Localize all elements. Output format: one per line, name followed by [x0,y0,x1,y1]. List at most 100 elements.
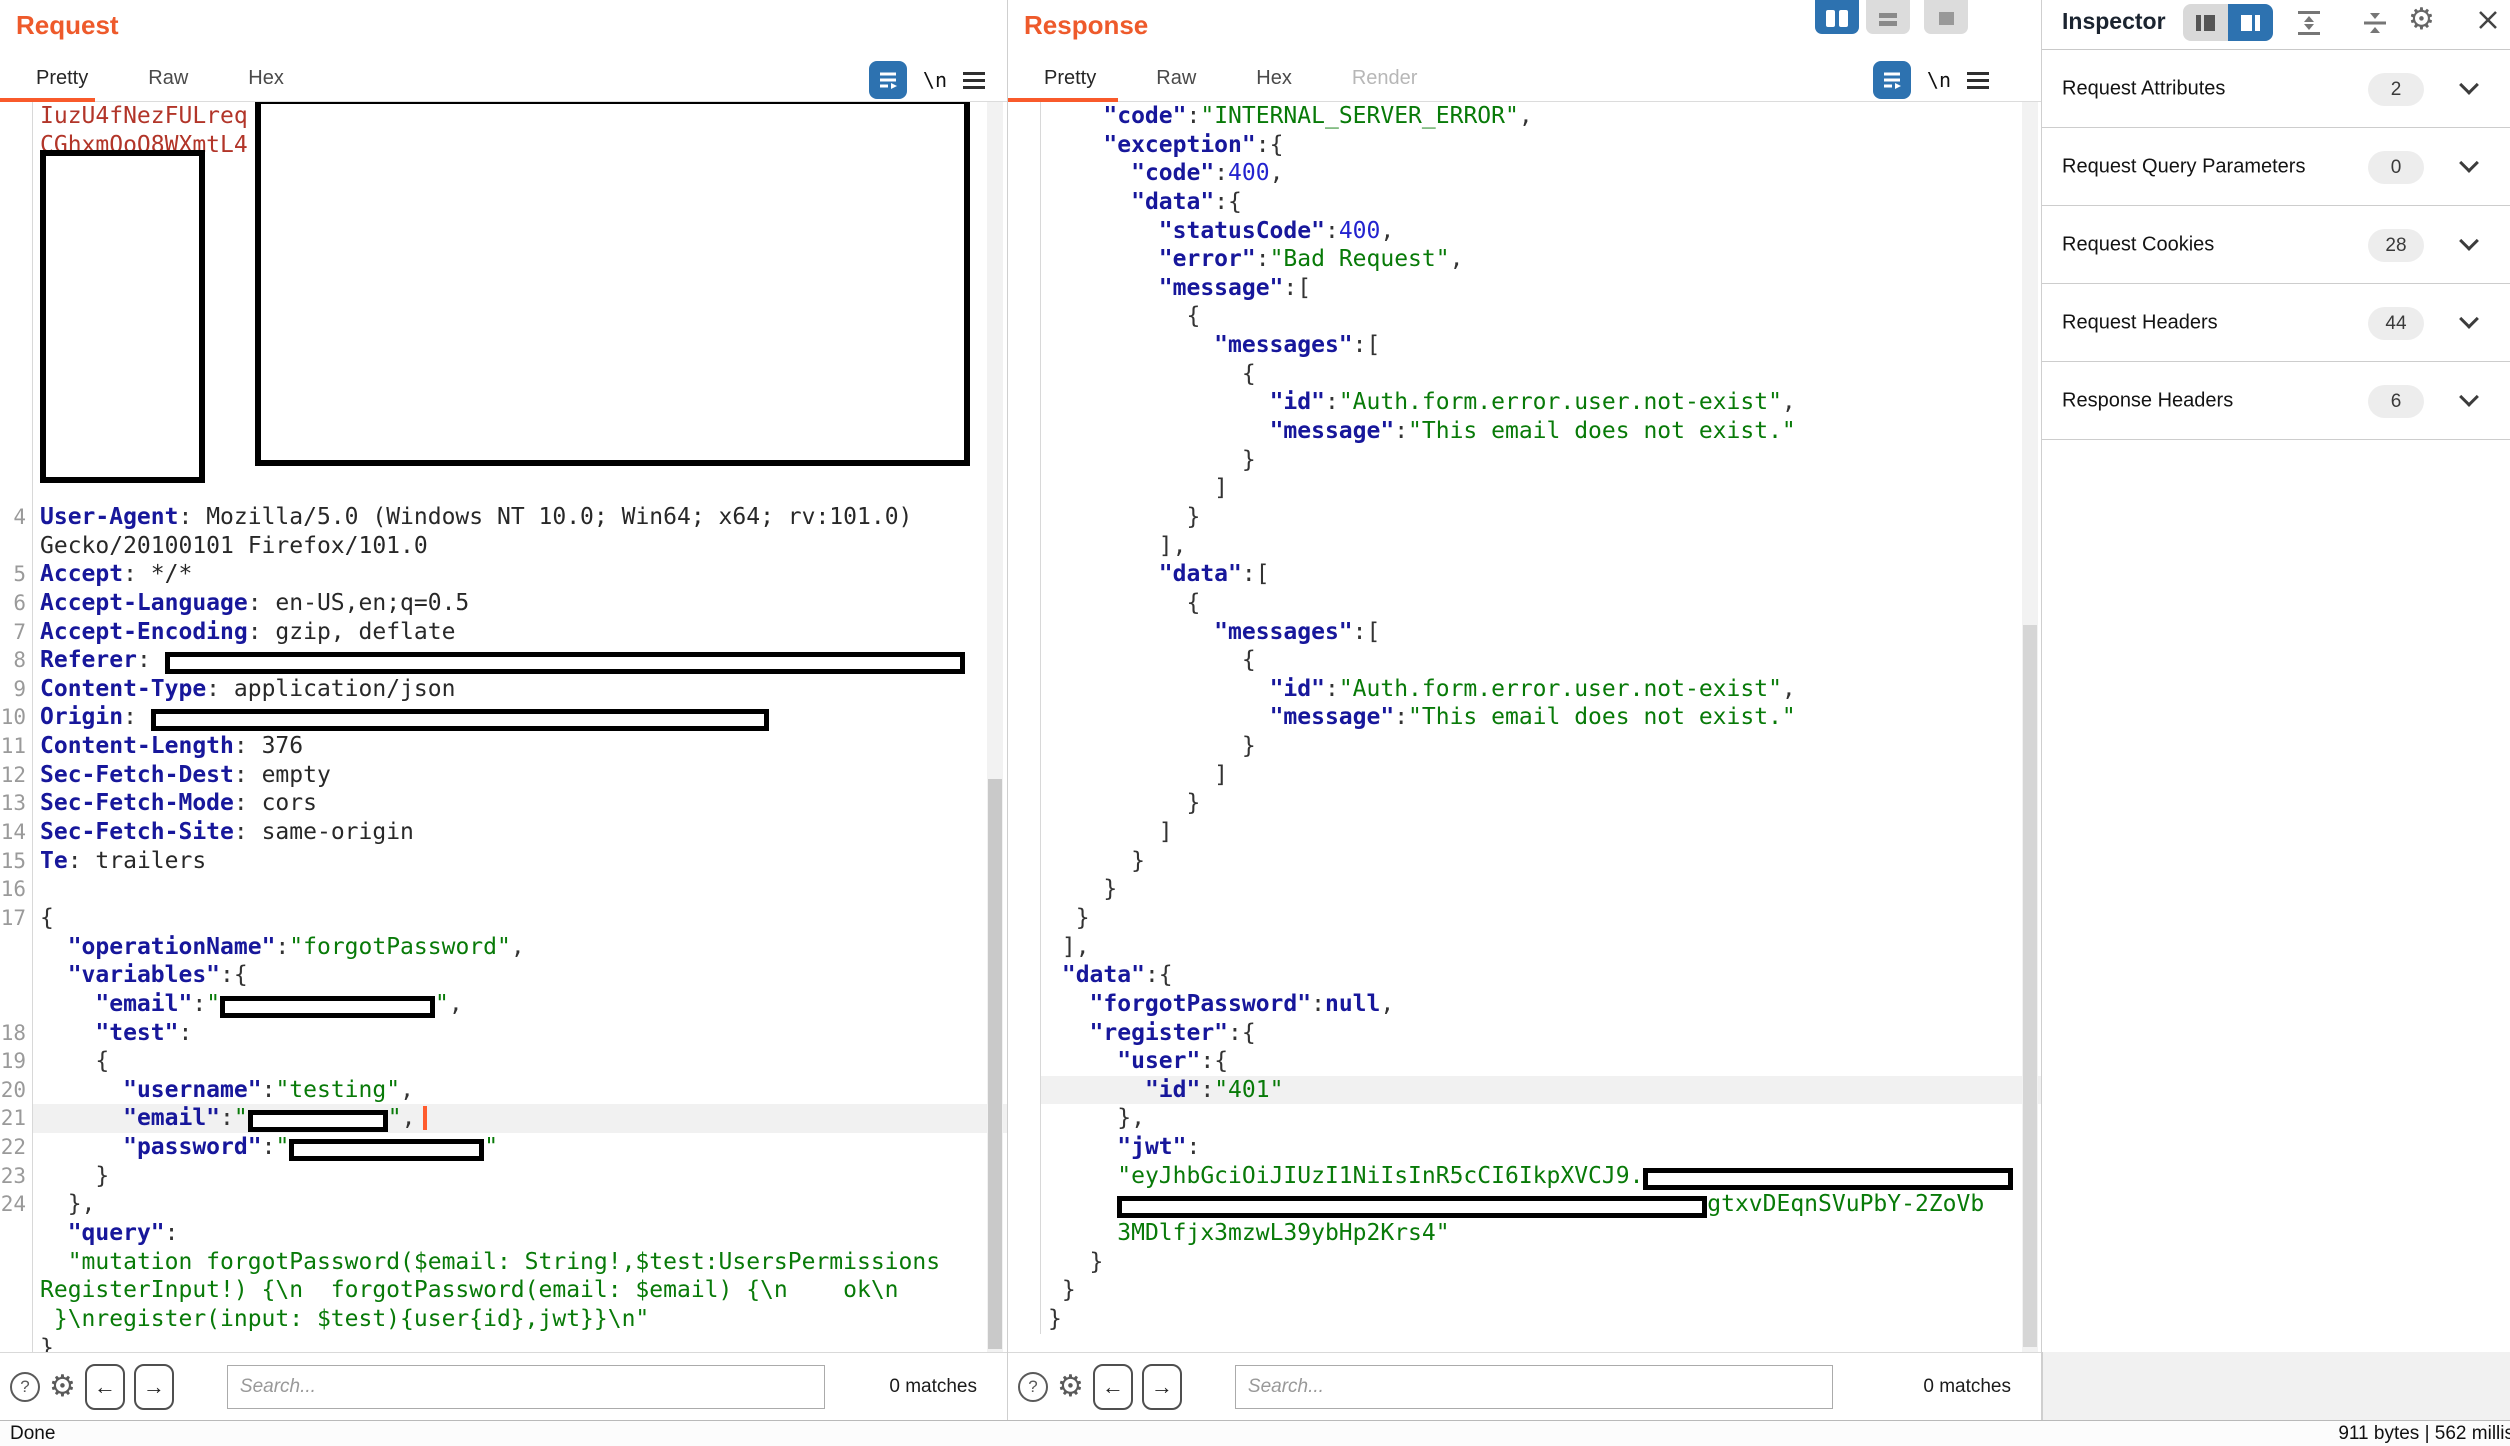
code-line[interactable]: 14Sec-Fetch-Site: same-origin [0,818,1007,847]
tab-pretty[interactable]: Pretty [36,67,88,90]
code-line[interactable]: 12Sec-Fetch-Dest: empty [0,761,1007,790]
code-line[interactable]: { [1008,360,2041,389]
request-scrollbar-thumb[interactable] [988,779,1002,1349]
tab-hex[interactable]: Hex [248,67,284,90]
inspector-section-request-attributes[interactable]: Request Attributes2 [2042,50,2510,128]
response-viewer[interactable]: "code":"INTERNAL_SERVER_ERROR", "excepti… [1008,102,2041,1352]
chevron-down-icon[interactable] [2459,153,2479,173]
code-line[interactable]: 10Origin: [0,703,1007,732]
code-line[interactable]: "id":"Auth.form.error.user.not-exist", [1008,675,2041,704]
request-editor[interactable]: IuzU4fNezFULreqCGhxmOoQ8WXmtL44User-Agen… [0,102,1007,1352]
code-line[interactable]: { [1008,589,2041,618]
code-line[interactable]: "email":"", [0,990,1007,1019]
tab-pretty[interactable]: Pretty [1044,67,1096,90]
code-line[interactable]: 4User-Agent: Mozilla/5.0 (Windows NT 10.… [0,503,1007,532]
search-previous-button[interactable]: ← [1093,1364,1133,1410]
code-line[interactable]: ], [1008,532,2041,561]
collapse-all-icon[interactable] [2360,8,2390,43]
code-line[interactable]: 8Referer: [0,646,1007,675]
inspector-settings-gear-icon[interactable]: ⚙ [2408,2,2435,37]
code-line[interactable]: } [1008,732,2041,761]
tab-raw[interactable]: Raw [148,67,188,90]
code-line[interactable]: "mutation forgotPassword($email: String!… [0,1248,1007,1277]
inspector-section-request-headers[interactable]: Request Headers44 [2042,284,2510,362]
code-line[interactable]: "message":"This email does not exist." [1008,703,2041,732]
chevron-down-icon[interactable] [2459,387,2479,407]
code-line[interactable]: "forgotPassword":null, [1008,990,2041,1019]
search-previous-button[interactable]: ← [85,1364,125,1410]
code-line[interactable]: } [0,1334,1007,1352]
chevron-down-icon[interactable] [2459,309,2479,329]
code-line[interactable]: "id":"401" [1008,1076,2041,1105]
code-line[interactable]: "data":{ [1008,961,2041,990]
code-line[interactable]: Gecko/20100101 Firefox/101.0 [0,532,1007,561]
code-line[interactable]: gtxvDEqnSVuPbY-2ZoVb [1008,1190,2041,1219]
code-line[interactable]: 13Sec-Fetch-Mode: cors [0,789,1007,818]
code-line[interactable]: 22 "password":"" [0,1133,1007,1162]
code-line[interactable]: "code":"INTERNAL_SERVER_ERROR", [1008,102,2041,131]
code-line[interactable]: 16 [0,875,1007,904]
code-line[interactable]: "data":[ [1008,560,2041,589]
inspector-section-request-cookies[interactable]: Request Cookies28 [2042,206,2510,284]
code-line[interactable]: 3MDlfjx3mzwL39ybHp2Krs4" [1008,1219,2041,1248]
code-line[interactable]: 17{ [0,904,1007,933]
tab-hex[interactable]: Hex [1256,67,1292,90]
code-line[interactable]: 9Content-Type: application/json [0,675,1007,704]
request-search-input[interactable] [227,1365,825,1409]
code-line[interactable]: "data":{ [1008,188,2041,217]
code-line[interactable]: 5Accept: */* [0,560,1007,589]
code-line[interactable]: 11Content-Length: 376 [0,732,1007,761]
search-settings-gear-icon[interactable]: ⚙ [1057,1372,1084,1402]
request-scrollbar[interactable] [987,102,1003,1352]
code-line[interactable]: 20 "username":"testing", [0,1076,1007,1105]
code-line[interactable]: 6Accept-Language: en-US,en;q=0.5 [0,589,1007,618]
code-line[interactable]: ] [1008,761,2041,790]
code-line[interactable]: "variables":{ [0,961,1007,990]
response-scrollbar[interactable] [2022,102,2038,1352]
code-line[interactable]: "exception":{ [1008,131,2041,160]
response-search-input[interactable] [1235,1365,1833,1409]
code-line[interactable]: "code":400, [1008,159,2041,188]
code-line[interactable]: 21 "email":"", [0,1104,1007,1133]
code-line[interactable]: "register":{ [1008,1019,2041,1048]
code-line[interactable]: } [1008,875,2041,904]
code-line[interactable]: { [1008,646,2041,675]
inspector-close-icon[interactable] [2476,8,2500,37]
search-settings-gear-icon[interactable]: ⚙ [49,1372,76,1402]
code-line[interactable]: } [1008,789,2041,818]
search-next-button[interactable]: → [1142,1364,1182,1410]
code-line[interactable]: } [1008,446,2041,475]
inspector-section-request-query-parameters[interactable]: Request Query Parameters0 [2042,128,2510,206]
layout-rows-button[interactable] [1866,0,1910,34]
response-scrollbar-thumb[interactable] [2023,625,2037,1347]
chevron-down-icon[interactable] [2459,75,2479,95]
code-line[interactable]: "messages":[ [1008,618,2041,647]
code-line[interactable]: } [1008,1276,2041,1305]
dock-left-button[interactable] [2183,4,2228,41]
chevron-down-icon[interactable] [2459,231,2479,251]
code-line[interactable]: 19 { [0,1047,1007,1076]
code-line[interactable]: "user":{ [1008,1047,2041,1076]
layout-single-button[interactable] [1924,0,1968,34]
code-line[interactable]: 24 }, [0,1190,1007,1219]
code-line[interactable]: } [1008,503,2041,532]
code-line[interactable]: 18 "test": [0,1019,1007,1048]
layout-columns-button[interactable] [1815,0,1859,34]
code-line[interactable]: } [1008,847,2041,876]
code-line[interactable]: "message":"This email does not exist." [1008,417,2041,446]
expand-all-icon[interactable] [2294,8,2324,43]
search-help-icon[interactable]: ? [10,1372,40,1402]
code-line[interactable]: } [1008,1305,2041,1334]
word-wrap-toggle-button[interactable] [1873,61,1911,99]
show-nonprintable-toggle[interactable]: \n [1927,68,1951,92]
tab-render[interactable]: Render [1352,67,1418,90]
show-nonprintable-toggle[interactable]: \n [923,68,947,92]
search-help-icon[interactable]: ? [1018,1372,1048,1402]
editor-menu-icon[interactable] [963,72,985,89]
word-wrap-toggle-button[interactable] [869,61,907,99]
code-line[interactable]: "error":"Bad Request", [1008,245,2041,274]
code-line[interactable]: "statusCode":400, [1008,217,2041,246]
code-line[interactable]: ] [1008,474,2041,503]
editor-menu-icon[interactable] [1967,72,1989,89]
code-line[interactable]: }\nregister(input: $test){user{id},jwt}}… [0,1305,1007,1334]
